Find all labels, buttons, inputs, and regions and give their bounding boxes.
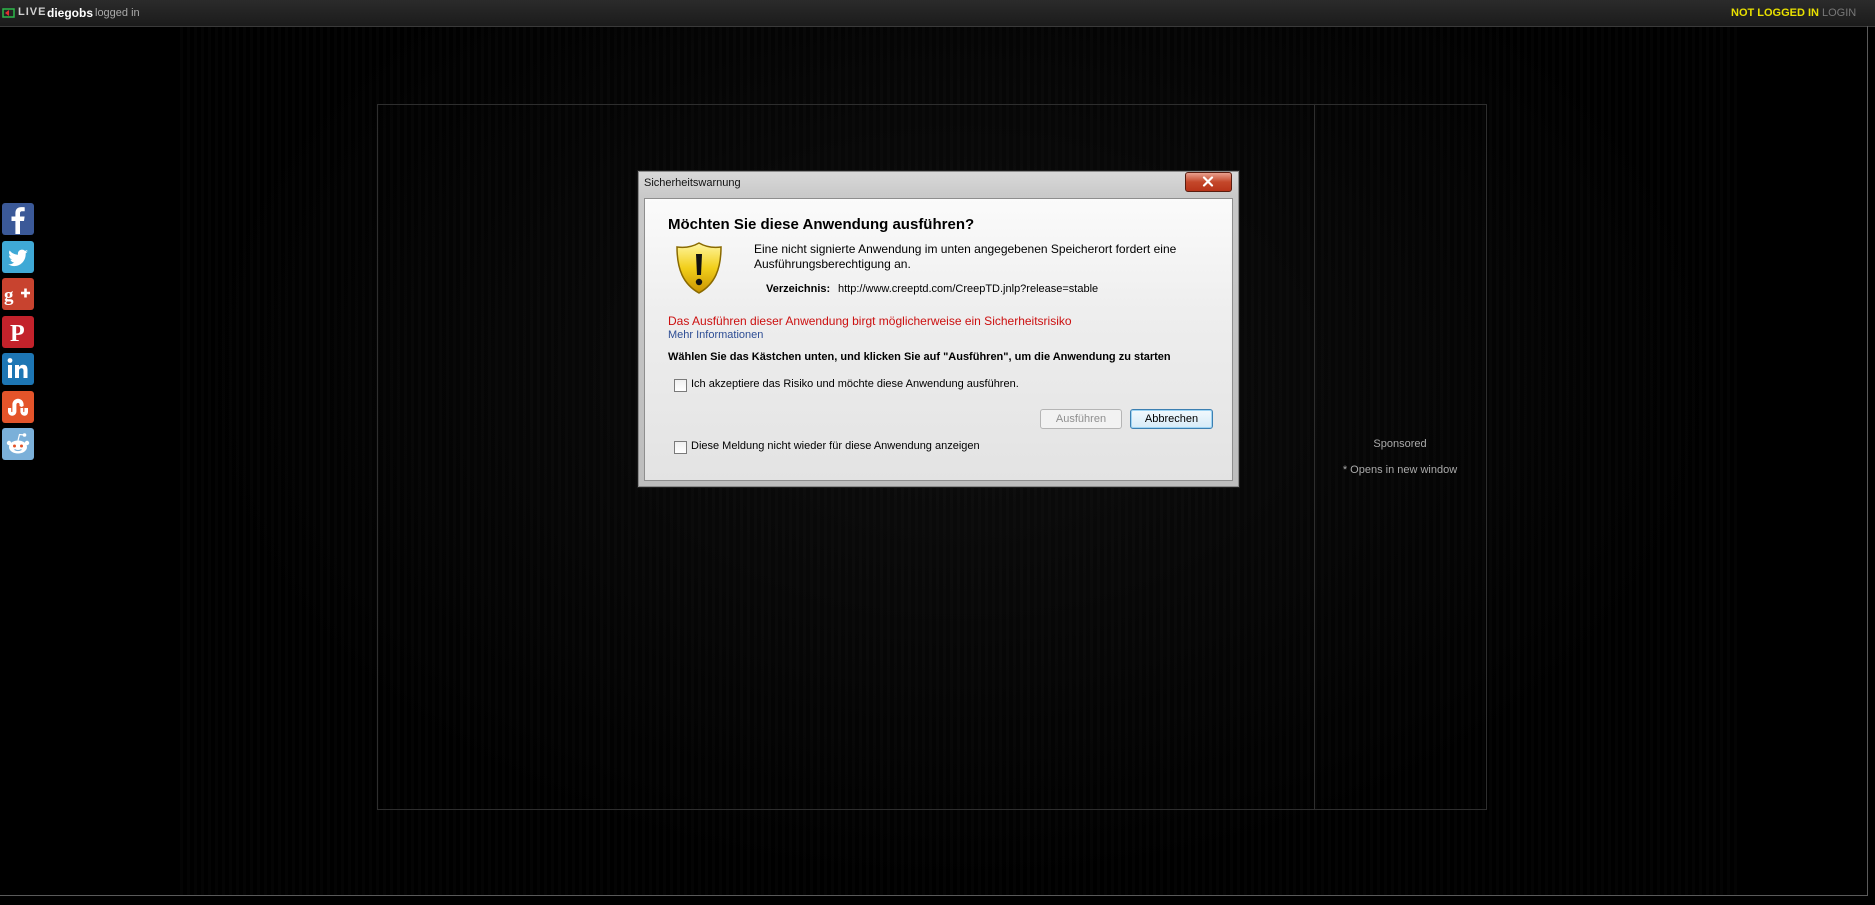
linkedin-share-button[interactable] xyxy=(2,353,34,385)
dialog-title: Sicherheitswarnung xyxy=(644,177,741,189)
svg-text:g: g xyxy=(4,285,14,306)
google-plus-share-button[interactable]: g xyxy=(2,278,34,310)
logo-text: LIVE xyxy=(18,6,47,18)
instruction-text: Wählen Sie das Kästchen unten, und klick… xyxy=(668,351,1171,363)
live-logo-icon xyxy=(2,6,16,18)
stumbleupon-icon xyxy=(8,398,28,416)
frame-divider xyxy=(1314,105,1315,809)
pinterest-share-button[interactable]: P xyxy=(2,315,34,348)
page-right-border xyxy=(1867,26,1868,896)
dont-show-again-label[interactable]: Diese Meldung nicht wieder für diese Anw… xyxy=(691,440,980,452)
facebook-share-button[interactable] xyxy=(2,203,34,235)
dialog-title-bar[interactable]: Sicherheitswarnung xyxy=(638,171,1239,197)
twitter-share-button[interactable] xyxy=(2,240,34,273)
directory-label: Verzeichnis: xyxy=(766,283,831,295)
login-status: NOT LOGGED IN xyxy=(1731,7,1819,19)
close-icon xyxy=(1202,176,1214,187)
twitter-icon xyxy=(8,249,28,266)
close-button[interactable] xyxy=(1185,172,1232,192)
dont-show-again-checkbox[interactable] xyxy=(674,441,687,454)
linkedin-icon xyxy=(7,358,28,378)
dialog-description: Eine nicht signierte Anwendung im unten … xyxy=(754,242,1177,271)
logged-in-label: logged in xyxy=(95,7,140,19)
page-bottom-border xyxy=(0,895,1868,896)
reddit-share-button[interactable] xyxy=(2,428,34,460)
social-share-bar: g P xyxy=(2,203,36,466)
accept-risk-label[interactable]: Ich akzeptiere das Risiko und möchte die… xyxy=(691,378,1019,390)
login-link[interactable]: LOGIN xyxy=(1822,7,1856,19)
pinterest-icon: P xyxy=(10,321,25,347)
top-bar: LIVE diegobs logged in NOT LOGGED IN LOG… xyxy=(0,0,1875,27)
google-plus-icon: g xyxy=(4,285,30,306)
run-button[interactable]: Ausführen xyxy=(1040,409,1122,429)
facebook-icon xyxy=(11,207,25,234)
risk-warning-text: Das Ausführen dieser Anwendung birgt mög… xyxy=(668,314,1072,328)
opens-new-window-note: * Opens in new window xyxy=(1342,464,1458,476)
security-warning-dialog: Sicherheitswarnung Möchten Sie diese Anw… xyxy=(637,170,1240,488)
username[interactable]: diegobs xyxy=(47,6,93,20)
dialog-heading: Möchten Sie diese Anwendung ausführen? xyxy=(668,216,975,233)
warning-shield-icon xyxy=(676,242,722,294)
cancel-button[interactable]: Abbrechen xyxy=(1130,409,1213,429)
site-logo[interactable]: LIVE xyxy=(2,6,46,18)
stumbleupon-share-button[interactable] xyxy=(2,390,34,423)
directory-value: http://www.creeptd.com/CreepTD.jnlp?rele… xyxy=(838,283,1099,295)
more-information-link[interactable]: Mehr Informationen xyxy=(668,329,763,341)
sponsored-label: Sponsored xyxy=(1373,438,1427,450)
svg-text:P: P xyxy=(10,321,25,347)
reddit-icon xyxy=(6,433,30,454)
dialog-content-panel: Möchten Sie diese Anwendung ausführen? E… xyxy=(644,198,1233,481)
accept-risk-checkbox[interactable] xyxy=(674,379,687,392)
